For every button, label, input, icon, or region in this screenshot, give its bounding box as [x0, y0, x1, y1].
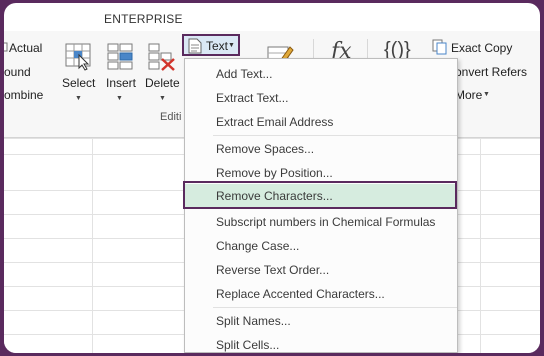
menu-item-label: Extract Text... [216, 91, 289, 105]
menu-item-label: Reverse Text Order... [216, 263, 330, 277]
menu-item-extract-text[interactable]: Extract Text... [185, 86, 457, 110]
combine-button[interactable]: ombine [4, 88, 43, 102]
menu-item-split-cells[interactable]: Split Cells... [185, 333, 457, 353]
menu-item-label: Change Case... [216, 239, 300, 253]
exact-copy-button[interactable]: Exact Copy [451, 41, 512, 55]
chevron-down-icon: ▼ [228, 42, 235, 49]
menu-item-extract-email[interactable]: Extract Email Address [185, 110, 457, 134]
menu-separator [213, 307, 457, 308]
delete-button[interactable]: Delete [145, 76, 180, 90]
round-button[interactable]: ound [4, 65, 31, 79]
select-icon [65, 43, 91, 71]
menu-item-add-text[interactable]: Add Text... [185, 62, 457, 86]
text-document-icon [188, 38, 202, 54]
menu-item-label: Split Names... [216, 314, 291, 328]
convert-refers-button[interactable]: onvert Refers [455, 65, 527, 79]
more-button[interactable]: More [455, 88, 482, 102]
select-button[interactable]: Select [62, 76, 95, 90]
menu-item-label: Remove by Position... [216, 166, 333, 180]
menu-item-subscript-chemical[interactable]: Subscript numbers in Chemical Formulas [185, 210, 457, 234]
delete-dropdown-icon[interactable]: ▼ [159, 95, 166, 102]
editing-group-label: Editi [160, 111, 182, 123]
menu-item-replace-accented[interactable]: Replace Accented Characters... [185, 282, 457, 306]
menu-item-label: Subscript numbers in Chemical Formulas [216, 215, 436, 229]
ribbon-tab-title: ENTERPRISE [104, 12, 183, 26]
app-window: ENTERPRISE Actual ound ombine Select ▼ I… [4, 3, 540, 353]
highlight-frame [183, 181, 457, 209]
menu-item-reverse-text[interactable]: Reverse Text Order... [185, 258, 457, 282]
menu-item-label: Replace Accented Characters... [216, 287, 385, 301]
insert-dropdown-icon[interactable]: ▼ [116, 95, 123, 102]
insert-icon [107, 43, 133, 70]
actual-button[interactable]: Actual [9, 41, 42, 55]
menu-item-label: Extract Email Address [216, 115, 334, 129]
menu-item-remove-spaces[interactable]: Remove Spaces... [185, 137, 457, 161]
menu-item-label: Split Cells... [216, 338, 280, 352]
menu-item-change-case[interactable]: Change Case... [185, 234, 457, 258]
text-button-label: Text [206, 39, 229, 53]
exact-copy-icon [432, 39, 447, 55]
copy-icon [4, 42, 8, 52]
menu-item-label: Add Text... [216, 67, 273, 81]
menu-separator [213, 135, 457, 136]
insert-button[interactable]: Insert [106, 76, 136, 90]
select-dropdown-icon[interactable]: ▼ [75, 95, 82, 102]
menu-item-label: Remove Spaces... [216, 142, 315, 156]
text-dropdown-button[interactable]: Text ▼ [182, 34, 240, 56]
delete-icon [148, 43, 175, 71]
menu-item-split-names[interactable]: Split Names... [185, 309, 457, 333]
more-dropdown-icon[interactable]: ▼ [483, 91, 490, 98]
